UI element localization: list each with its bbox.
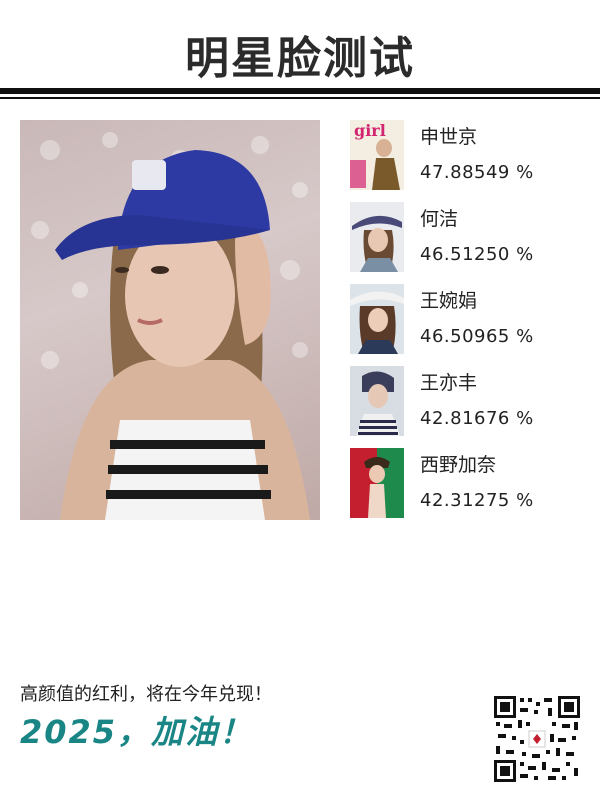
similarity-score: 47.88549 % <box>420 162 534 183</box>
similarity-score: 42.81676 % <box>420 408 534 429</box>
qr-code[interactable] <box>494 696 580 782</box>
match-item[interactable]: 王亦丰 42.81676 % <box>350 366 580 438</box>
match-item[interactable]: 王婉娟 46.50965 % <box>350 284 580 356</box>
user-photo <box>20 120 320 520</box>
celebrity-thumbnail <box>350 284 404 354</box>
celebrity-thumbnail: girl <box>350 120 404 190</box>
celebrity-thumbnail <box>350 366 404 436</box>
similarity-score: 46.51250 % <box>420 244 534 265</box>
header-divider-thin <box>0 97 600 99</box>
celebrity-name: 申世京 <box>420 126 478 148</box>
celebrity-thumbnail <box>350 202 404 272</box>
similarity-score: 42.31275 % <box>420 490 534 511</box>
similarity-score: 46.50965 % <box>420 326 534 347</box>
celebrity-name: 王亦丰 <box>420 372 478 394</box>
header-divider-thick <box>0 88 600 94</box>
match-item[interactable]: 西野加奈 42.31275 % <box>350 448 580 520</box>
match-item[interactable]: girl 申世京 47.88549 % <box>350 120 580 192</box>
celebrity-name: 西野加奈 <box>420 454 497 476</box>
page-title: 明星脸测试 <box>185 33 415 84</box>
celebrity-name: 王婉娟 <box>420 290 478 312</box>
celebrity-name: 何洁 <box>420 208 459 230</box>
celebrity-thumbnail <box>350 448 404 518</box>
svg-text:girl: girl <box>354 121 386 140</box>
cheer-text: 2025，加油！ <box>20 713 254 751</box>
result-page: 明星脸测试 girl 申世京 47.88549 % 何洁 46.51250 % … <box>0 0 600 800</box>
slogan-text: 高颜值的红利，将在今年兑现！ <box>20 684 272 705</box>
match-item[interactable]: 何洁 46.51250 % <box>350 202 580 274</box>
